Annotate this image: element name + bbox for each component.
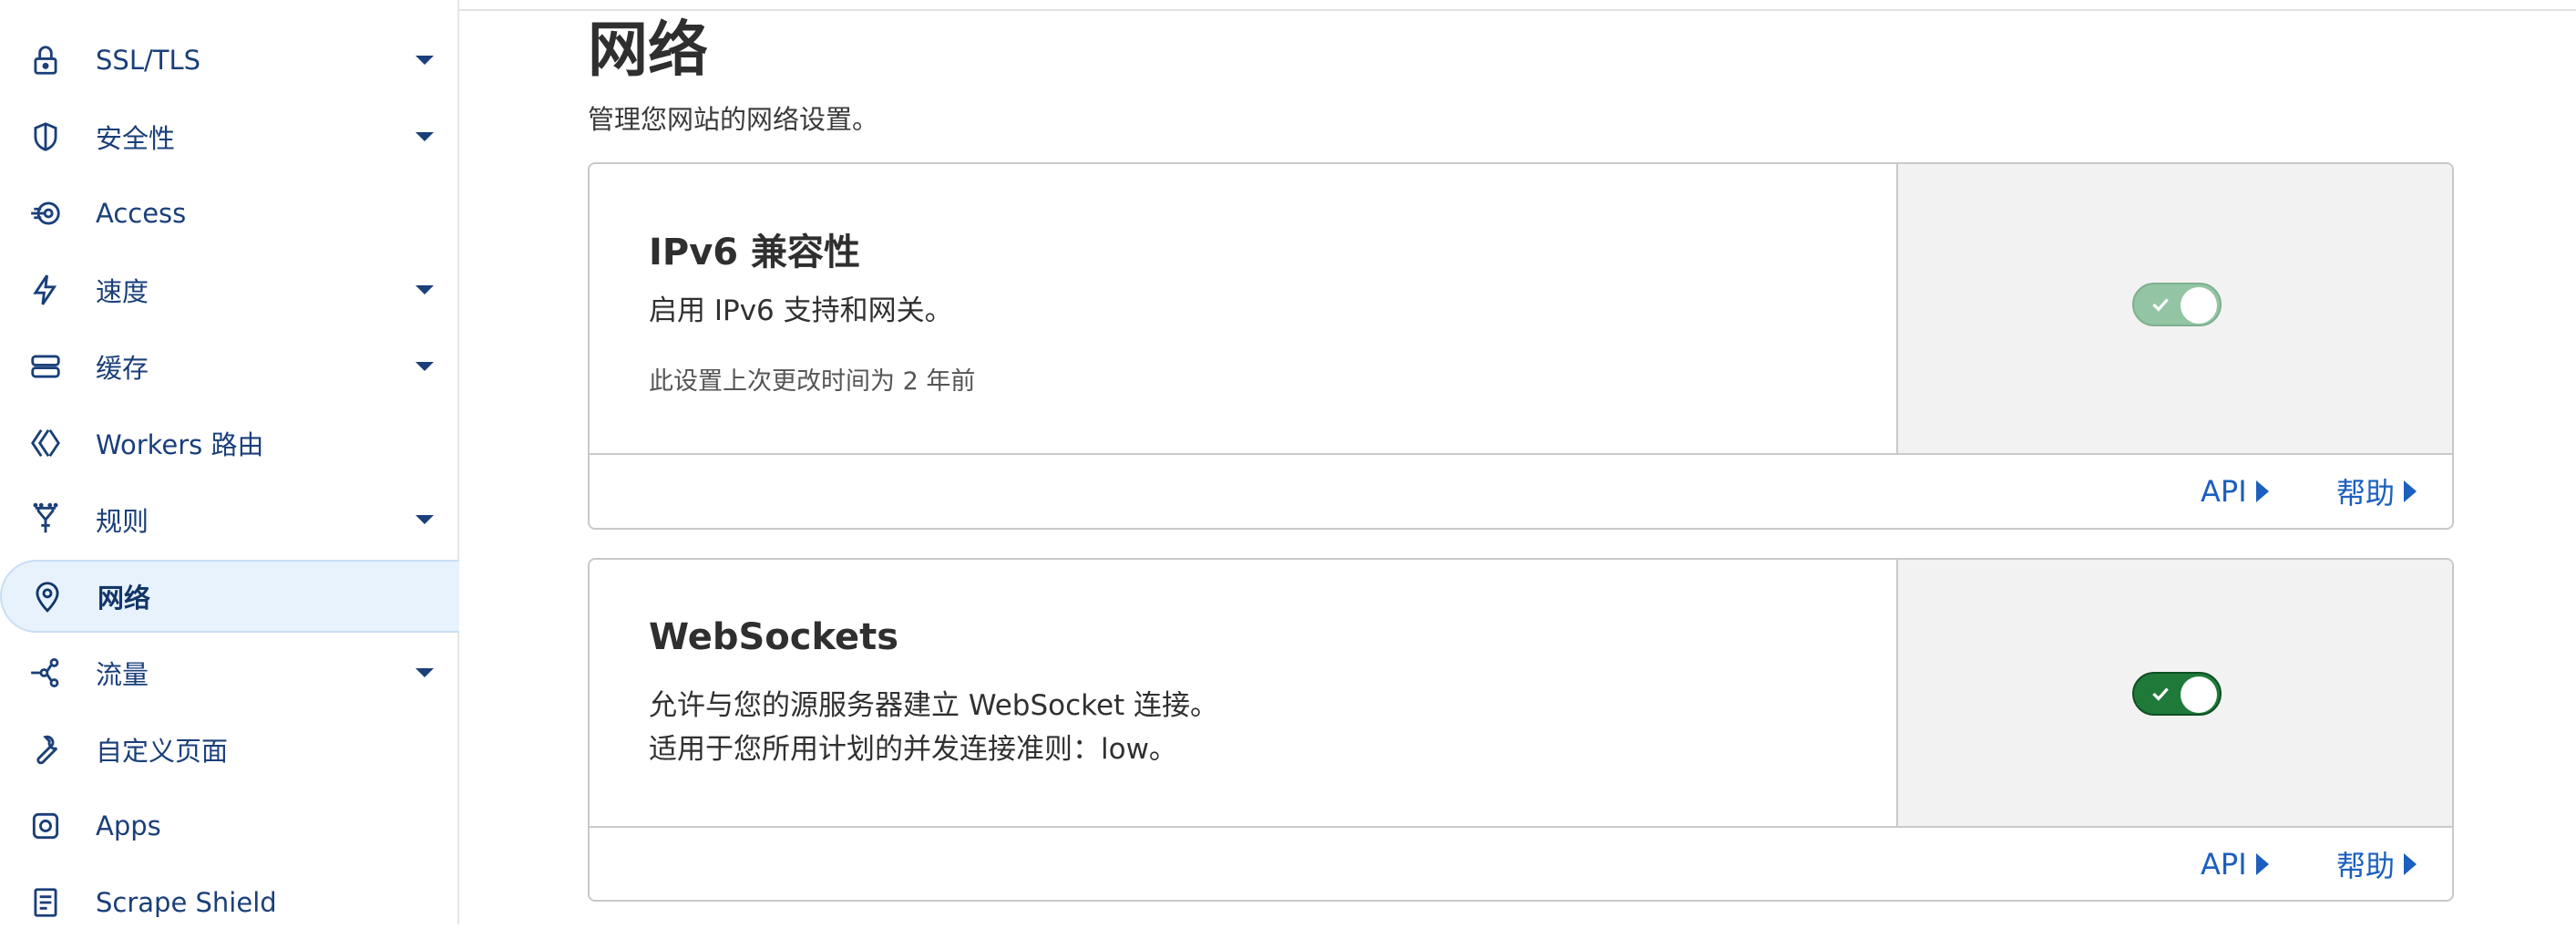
caret-down-icon: [416, 515, 434, 524]
websockets-card: WebSockets 允许与您的源服务器建立 WebSocket 连接。 适用于…: [588, 558, 2454, 902]
caret-down-icon: [416, 285, 434, 294]
card-title: IPv6 兼容性: [649, 232, 861, 273]
caret-right-icon: [2404, 480, 2417, 502]
ipv6-toggle[interactable]: [2132, 283, 2222, 326]
access-icon: [26, 193, 66, 233]
sidebar-item-network[interactable]: 网络: [0, 560, 459, 633]
caret-right-icon: [2255, 480, 2269, 502]
rules-funnel-icon: [26, 500, 66, 540]
caret-down-icon: [416, 362, 434, 371]
location-pin-icon: [27, 576, 67, 616]
sidebar-item-apps[interactable]: Apps: [0, 789, 459, 862]
check-icon: [2152, 687, 2169, 701]
page-subtitle: 管理您网站的网络设置。: [588, 104, 879, 135]
caret-down-icon: [416, 132, 434, 141]
sidebar-item-label: 网络: [97, 583, 151, 614]
sidebar-item-label: 规则: [96, 506, 149, 537]
sidebar-item-label: 缓存: [96, 353, 149, 384]
lightning-icon: [26, 270, 66, 310]
sidebar-item-workers-routes[interactable]: Workers 路由: [0, 407, 459, 480]
sidebar-item-label: 自定义页面: [96, 736, 229, 767]
sidebar-item-rules[interactable]: 规则: [0, 483, 459, 556]
sidebar-item-traffic[interactable]: 流量: [0, 636, 459, 709]
sidebar-item-ssl-tls[interactable]: SSL/TLS: [0, 24, 459, 97]
top-divider: [459, 9, 2576, 11]
card-description: 启用 IPv6 支持和网关。: [649, 294, 953, 327]
caret-right-icon: [2255, 853, 2269, 875]
card-description: 适用于您所用计划的并发连接准则：low。: [649, 733, 1177, 766]
cache-stack-icon: [26, 346, 66, 387]
sidebar-item-custom-pages[interactable]: 自定义页面: [0, 713, 459, 786]
websockets-toggle[interactable]: [2132, 672, 2222, 716]
card-title: WebSockets: [649, 616, 899, 658]
sidebar-item-cache[interactable]: 缓存: [0, 330, 459, 403]
card-content: IPv6 兼容性 启用 IPv6 支持和网关。 此设置上次更改时间为 2 年前: [590, 164, 1896, 453]
caret-right-icon: [2404, 853, 2417, 875]
sidebar-item-access[interactable]: Access: [0, 177, 459, 250]
lock-icon: [26, 40, 66, 80]
check-icon: [2152, 298, 2169, 312]
card-footer: API 帮助: [590, 826, 2452, 900]
sidebar-item-label: 速度: [96, 276, 149, 307]
sidebar-item-security[interactable]: 安全性: [0, 100, 459, 173]
sidebar-item-speed[interactable]: 速度: [0, 253, 459, 326]
help-link[interactable]: 帮助: [2336, 843, 2417, 885]
card-content: WebSockets 允许与您的源服务器建立 WebSocket 连接。 适用于…: [590, 560, 1896, 826]
workers-icon: [26, 423, 66, 463]
api-link[interactable]: API: [2201, 474, 2269, 509]
sidebar-item-label: Scrape Shield: [96, 887, 277, 918]
document-icon: [26, 882, 66, 923]
card-description: 允许与您的源服务器建立 WebSocket 连接。: [649, 689, 1219, 722]
last-changed-text: 此设置上次更改时间为 2 年前: [649, 367, 976, 396]
shield-icon: [26, 117, 66, 157]
sidebar-item-label: Workers 路由: [96, 429, 264, 460]
caret-down-icon: [416, 668, 434, 677]
sidebar-item-label: 流量: [96, 659, 149, 690]
toggle-knob: [2181, 287, 2217, 324]
wrench-icon: [26, 729, 66, 769]
api-link[interactable]: API: [2201, 847, 2269, 882]
sidebar-item-scrape-shield[interactable]: Scrape Shield: [0, 866, 459, 939]
traffic-share-icon: [26, 653, 66, 693]
sidebar-item-label: Apps: [96, 810, 161, 841]
page-title: 网络: [588, 15, 708, 85]
sidebar-item-label: 安全性: [96, 123, 176, 154]
sidebar-item-label: Access: [96, 198, 187, 229]
ipv6-compatibility-card: IPv6 兼容性 启用 IPv6 支持和网关。 此设置上次更改时间为 2 年前 …: [588, 162, 2454, 530]
toggle-knob: [2181, 676, 2217, 713]
card-footer: API 帮助: [590, 453, 2452, 528]
caret-down-icon: [416, 56, 434, 65]
sidebar-item-label: SSL/TLS: [96, 45, 201, 76]
apps-icon: [26, 806, 66, 846]
help-link[interactable]: 帮助: [2336, 470, 2417, 512]
sidebar-nav: SSL/TLS 安全性 Access 速度 缓存 Workers 路由 规则 网…: [0, 0, 459, 924]
